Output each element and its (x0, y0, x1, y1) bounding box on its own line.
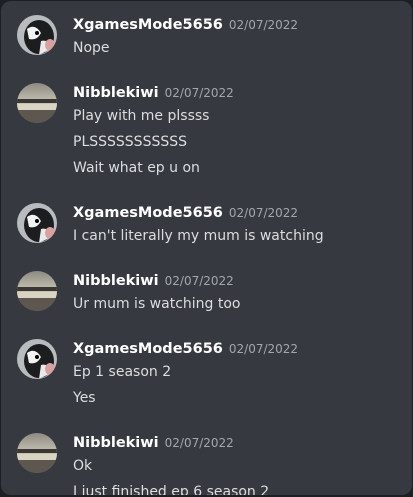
message-group: XgamesMode5656 02/07/2022 Ep 1 season 2 Y… (1, 337, 412, 411)
timestamp: 02/07/2022 (228, 206, 299, 220)
username[interactable]: XgamesMode5656 (73, 17, 223, 33)
username[interactable]: XgamesMode5656 (73, 205, 223, 221)
landscape-avatar[interactable] (17, 433, 57, 473)
message-header: Nibblekiwi 02/07/2022 (73, 81, 412, 103)
landscape-avatar[interactable] (17, 271, 57, 311)
message-header: XgamesMode5656 02/07/2022 (73, 201, 412, 223)
message-header: XgamesMode5656 02/07/2022 (73, 337, 412, 359)
message-header: Nibblekiwi 02/07/2022 (73, 431, 412, 453)
message-text: Ur mum is watching too (73, 296, 241, 312)
message-group: XgamesMode5656 02/07/2022 Nope (1, 13, 412, 61)
message-text: Ok (73, 458, 93, 474)
message-text: Ep 1 season 2 (73, 364, 172, 380)
message-group: Nibblekiwi 02/07/2022 Ok I just finished … (1, 431, 412, 495)
timestamp: 02/07/2022 (228, 18, 299, 32)
message-header: Nibblekiwi 02/07/2022 (73, 269, 412, 291)
message-text: I just finished ep 6 season 2 (73, 484, 270, 495)
message-header: XgamesMode5656 02/07/2022 (73, 13, 412, 35)
timestamp: 02/07/2022 (164, 274, 234, 288)
cow-avatar[interactable] (17, 203, 57, 243)
cow-avatar[interactable] (17, 339, 57, 379)
username[interactable]: XgamesMode5656 (73, 341, 223, 357)
username[interactable]: Nibblekiwi (73, 435, 159, 451)
cow-avatar[interactable] (17, 15, 57, 55)
chat-messages: XgamesMode5656 02/07/2022 Nope Nibblekiw… (1, 1, 412, 495)
message-text: Yes (73, 390, 96, 406)
message-text: PLSSSSSSSSSSS (73, 134, 187, 150)
message-text: Wait what ep u on (73, 160, 200, 176)
message-text: I can't literally my mum is watching (73, 228, 324, 244)
message-text: Nope (73, 40, 110, 56)
landscape-avatar[interactable] (17, 83, 57, 123)
username[interactable]: Nibblekiwi (73, 85, 159, 101)
timestamp: 02/07/2022 (164, 86, 234, 100)
message-group: Nibblekiwi 02/07/2022 Play with me plssss… (1, 81, 412, 181)
timestamp: 02/07/2022 (164, 436, 234, 450)
message-text: Play with me plssss (73, 108, 210, 124)
timestamp: 02/07/2022 (228, 342, 299, 356)
message-group: Nibblekiwi 02/07/2022 Ur mum is watching … (1, 269, 412, 317)
username[interactable]: Nibblekiwi (73, 273, 159, 289)
message-group: XgamesMode5656 02/07/2022 I can't literal… (1, 201, 412, 249)
